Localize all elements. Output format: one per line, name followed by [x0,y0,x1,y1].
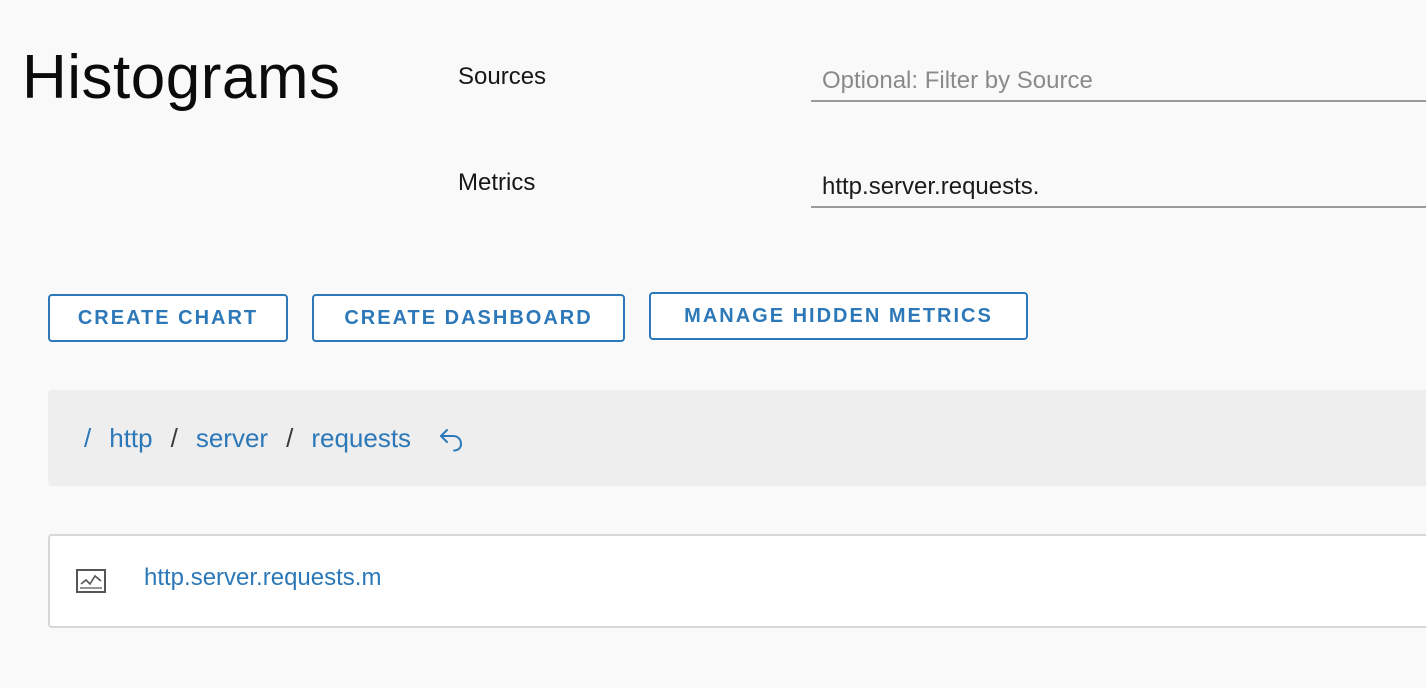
breadcrumb-item-server[interactable]: server [196,423,268,454]
sources-label: Sources [458,63,547,90]
breadcrumb: / http / server / requests [48,390,1426,486]
breadcrumb-separator: / [286,422,294,453]
sources-input[interactable] [811,62,1426,100]
create-dashboard-button[interactable]: CREATE DASHBOARD [312,294,625,342]
breadcrumb-separator: / [170,422,178,453]
breadcrumb-item-http[interactable]: http [109,423,152,454]
manage-hidden-metrics-button[interactable]: MANAGE HIDDEN METRICS [649,292,1028,340]
metrics-input[interactable] [811,168,1426,206]
page-title: Histograms [22,43,341,112]
breadcrumb-item-requests[interactable]: requests [311,423,411,454]
list-item[interactable]: http.server.requests.m [48,534,1426,628]
histograms-page: Histograms Sources Metrics CREATE CHART … [0,0,1426,688]
metrics-field [811,168,1426,208]
metrics-label: Metrics [458,169,536,196]
metric-name-link[interactable]: http.server.requests.m [144,564,381,592]
undo-arrow-icon[interactable] [437,426,465,454]
breadcrumb-root-separator[interactable]: / [84,423,91,454]
create-chart-button[interactable]: CREATE CHART [48,294,288,342]
line-chart-icon [76,569,106,593]
sources-field [811,62,1426,102]
